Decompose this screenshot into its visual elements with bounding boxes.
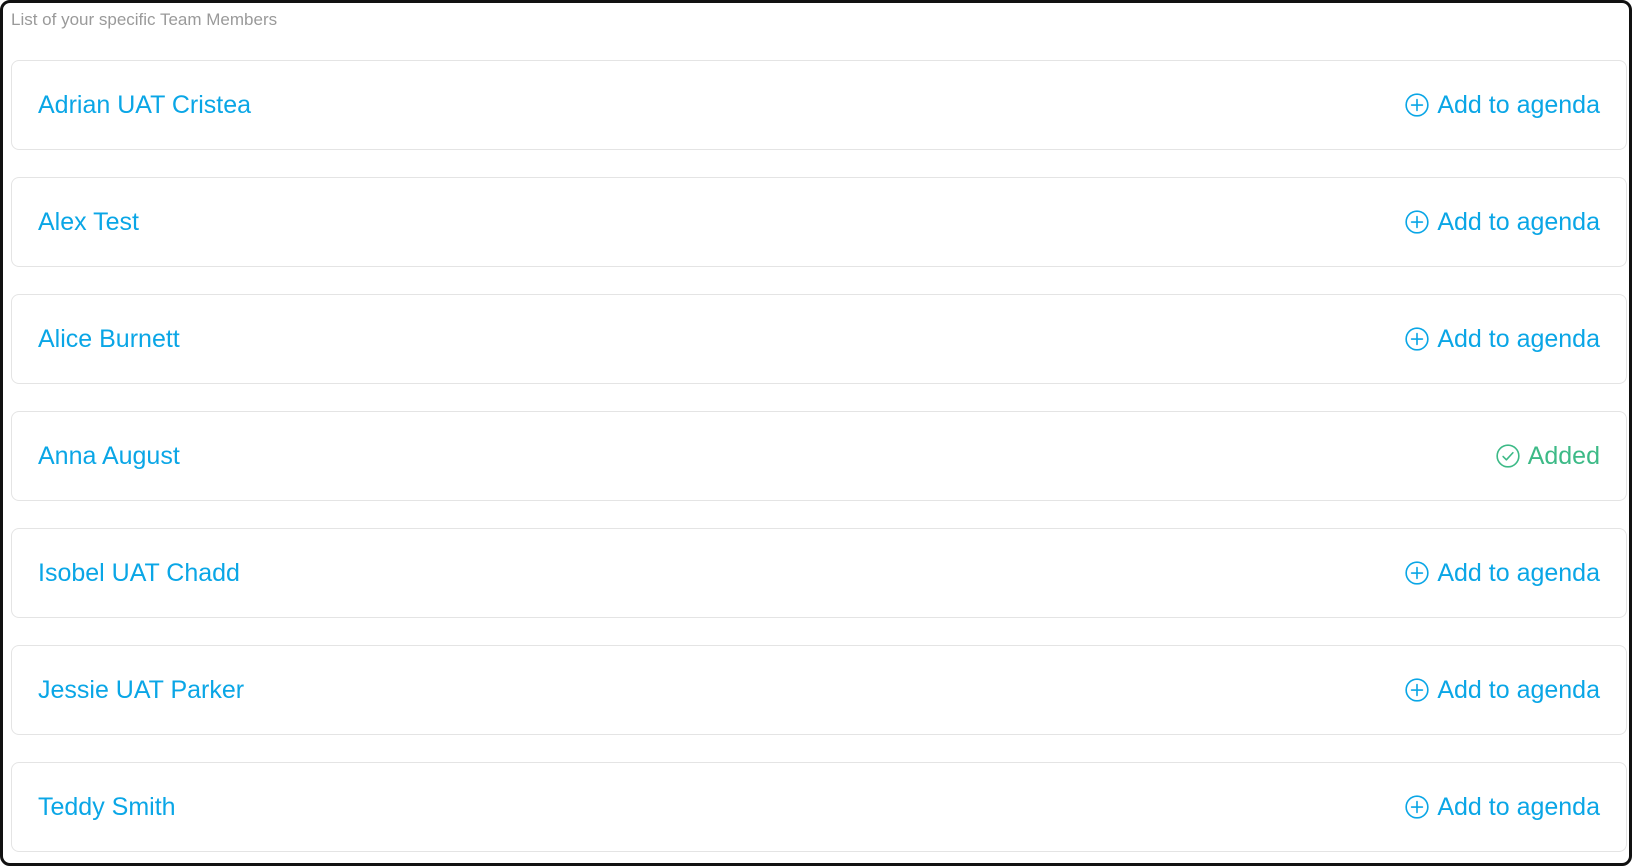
plus-circle-icon [1404,209,1430,235]
plus-circle-icon [1404,794,1430,820]
team-member-row: Alex Test Add to agenda [11,177,1627,267]
member-name-link[interactable]: Teddy Smith [38,793,176,822]
member-name-link[interactable]: Alex Test [38,208,139,237]
team-member-row: Teddy Smith Add to agenda [11,762,1627,852]
add-to-agenda-button[interactable]: Add to agenda [1404,559,1600,588]
add-to-agenda-button[interactable]: Add to agenda [1404,676,1600,705]
add-to-agenda-button[interactable]: Add to agenda [1404,325,1600,354]
add-to-agenda-label: Add to agenda [1437,792,1600,821]
plus-circle-icon [1404,677,1430,703]
member-name-link[interactable]: Anna August [38,442,180,471]
team-member-row: Alice Burnett Add to agenda [11,294,1627,384]
team-member-list: Adrian UAT Cristea Add to agenda Alex Te… [11,60,1627,863]
add-to-agenda-label: Add to agenda [1437,675,1600,704]
plus-circle-icon [1404,560,1430,586]
team-member-row: Isobel UAT Chadd Add to agenda [11,528,1627,618]
add-to-agenda-button[interactable]: Add to agenda [1404,793,1600,822]
add-to-agenda-button[interactable]: Add to agenda [1404,91,1600,120]
team-member-row: Adrian UAT Cristea Add to agenda [11,60,1627,150]
add-to-agenda-button[interactable]: Add to agenda [1404,208,1600,237]
team-member-row: Jessie UAT Parker Add to agenda [11,645,1627,735]
list-caption: List of your specific Team Members [11,10,278,29]
member-name-link[interactable]: Jessie UAT Parker [38,676,244,705]
add-to-agenda-label: Add to agenda [1437,207,1600,236]
add-to-agenda-label: Add to agenda [1437,324,1600,353]
added-status[interactable]: Added [1495,442,1600,471]
team-member-row: Anna August Added [11,411,1627,501]
member-name-link[interactable]: Isobel UAT Chadd [38,559,240,588]
team-members-panel: List of your specific Team Members Adria… [0,0,1632,866]
member-name-link[interactable]: Adrian UAT Cristea [38,91,251,120]
add-to-agenda-label: Add to agenda [1437,90,1600,119]
added-label: Added [1527,441,1600,470]
plus-circle-icon [1404,92,1430,118]
add-to-agenda-label: Add to agenda [1437,558,1600,587]
check-circle-icon [1495,443,1521,469]
member-name-link[interactable]: Alice Burnett [38,325,180,354]
plus-circle-icon [1404,326,1430,352]
